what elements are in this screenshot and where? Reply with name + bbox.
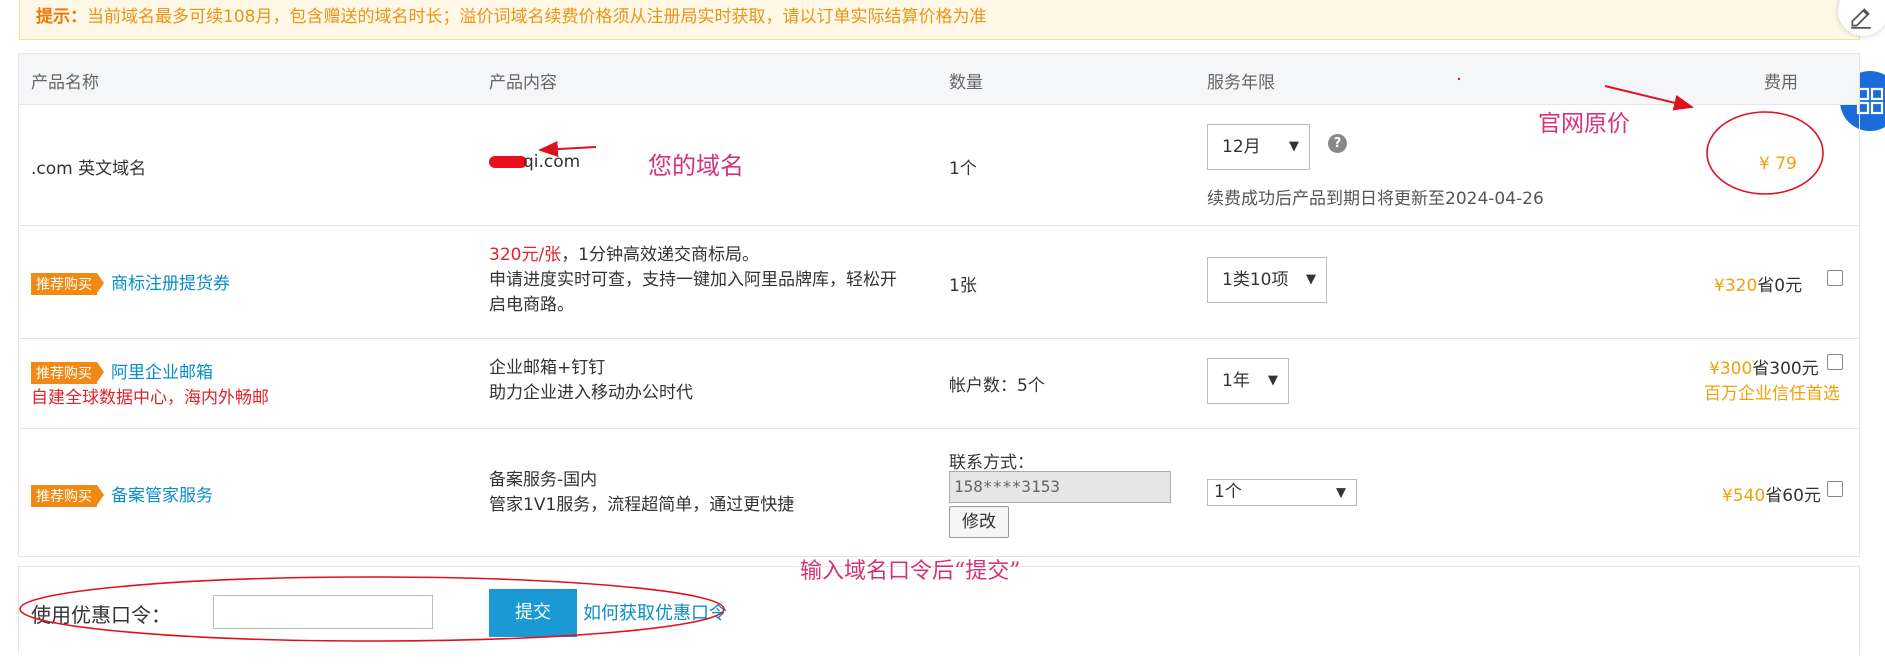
header-name: 产品名称 bbox=[31, 73, 99, 93]
recommend-badge: 推荐购买 bbox=[31, 362, 104, 384]
price-cell: ¥320省0元 bbox=[1714, 271, 1802, 296]
content-line-1: 备案服务-国内 bbox=[489, 470, 598, 490]
annotation-your-domain: 您的域名 bbox=[648, 152, 744, 180]
product-link[interactable]: 备案管家服务 bbox=[111, 486, 213, 506]
help-icon[interactable]: ? bbox=[1328, 134, 1347, 153]
contact-input[interactable]: 158****3153 bbox=[949, 471, 1171, 503]
savings: 省0元 bbox=[1757, 276, 1803, 296]
annotation-official-price: 官网原价 bbox=[1538, 111, 1630, 137]
price: ¥540 bbox=[1722, 486, 1766, 506]
term-value: 1年 bbox=[1222, 371, 1250, 391]
table-row-trademark: 推荐购买 商标注册提货券 320元/张，1分钟高效递交商标局。 申请进度实时可查，… bbox=[19, 225, 1859, 339]
pencil-icon bbox=[1851, 8, 1871, 29]
header-content: 产品内容 bbox=[489, 73, 557, 93]
contact-label: 联系方式： bbox=[949, 453, 1034, 473]
term-value: 12月 bbox=[1222, 137, 1261, 157]
price-cell: ¥300省300元 bbox=[1709, 354, 1819, 379]
content-line-3: 启电商路。 bbox=[489, 295, 574, 315]
coupon-input[interactable] bbox=[213, 595, 433, 629]
renew-note: 续费成功后产品到期日将更新至2024-04-26 bbox=[1207, 189, 1544, 209]
price: ¥300 bbox=[1709, 359, 1753, 379]
product-cell: 推荐购买 阿里企业邮箱 bbox=[31, 358, 213, 384]
term-select[interactable]: 1个 ▼ bbox=[1207, 479, 1357, 506]
select-checkbox[interactable] bbox=[1827, 354, 1843, 370]
product-cell: 推荐购买 商标注册提货券 bbox=[31, 269, 230, 295]
modify-button[interactable]: 修改 bbox=[949, 506, 1009, 538]
notice-label: 提示： bbox=[36, 7, 87, 27]
coupon-label: 使用优惠口令： bbox=[31, 603, 171, 627]
content-rest: ，1分钟高效递交商标局。 bbox=[561, 245, 760, 265]
term-value: 1个 bbox=[1214, 482, 1242, 502]
savings: 省300元 bbox=[1752, 359, 1819, 379]
table-row-email: 推荐购买 阿里企业邮箱 自建全球数据中心，海内外畅邮 企业邮箱+钉钉 助力企业进入… bbox=[19, 338, 1859, 429]
qty: 1个 bbox=[949, 159, 977, 179]
notice-bar: 提示：当前域名最多可续108月，包含赠送的域名时长；溢价词域名续费价格须从注册局… bbox=[19, 0, 1860, 40]
product-name: .com 英文域名 bbox=[31, 159, 147, 179]
content-line-2: 申请进度实时可查，支持一键加入阿里品牌库，轻松开 bbox=[489, 270, 897, 290]
content-line-2: 管家1V1服务，流程超简单，通过更快捷 bbox=[489, 495, 795, 515]
table-row-filing: 推荐购买 备案管家服务 备案服务-国内 管家1V1服务，流程超简单，通过更快捷 联… bbox=[19, 428, 1859, 556]
grid-icon bbox=[1856, 87, 1884, 115]
header-term: 服务年限 bbox=[1207, 73, 1275, 93]
product-link[interactable]: 商标注册提货券 bbox=[111, 274, 230, 294]
term-select[interactable]: 12月 ▼ bbox=[1207, 124, 1310, 170]
term-value: 1类10项 bbox=[1222, 270, 1289, 290]
notice-text: 当前域名最多可续108月，包含赠送的域名时长；溢价词域名续费价格须从注册局实时获… bbox=[87, 7, 987, 27]
price: ¥320 bbox=[1714, 276, 1758, 296]
product-content: 320元/张，1分钟高效递交商标局。 申请进度实时可查，支持一键加入阿里品牌库，… bbox=[489, 243, 897, 318]
header-fee: 费用 bbox=[1764, 73, 1798, 93]
caret-down-icon: ▼ bbox=[1289, 139, 1299, 154]
caret-down-icon: ▼ bbox=[1268, 373, 1278, 388]
recommend-badge: 推荐购买 bbox=[31, 485, 104, 507]
term-select[interactable]: 1类10项 ▼ bbox=[1207, 257, 1327, 303]
content-line-1: 企业邮箱+钉钉 bbox=[489, 358, 606, 378]
price-highlight: 320元/张 bbox=[489, 245, 562, 265]
product-content: 企业邮箱+钉钉 助力企业进入移动办公时代 bbox=[489, 356, 693, 406]
redacted-mark bbox=[489, 156, 527, 168]
price: ¥ 79 bbox=[1759, 154, 1797, 174]
select-checkbox[interactable] bbox=[1827, 270, 1843, 286]
product-link[interactable]: 阿里企业邮箱 bbox=[111, 363, 213, 383]
select-checkbox[interactable] bbox=[1827, 481, 1843, 497]
domain-text: qi.com bbox=[523, 152, 581, 172]
price-cell: ¥540省60元 bbox=[1722, 481, 1821, 506]
content-line-1: 320元/张，1分钟高效递交商标局。 bbox=[489, 243, 897, 268]
qty: 1张 bbox=[949, 276, 977, 296]
promo-text: 百万企业信任首选 bbox=[1704, 384, 1840, 404]
product-cell: 推荐购买 备案管家服务 bbox=[31, 481, 213, 507]
product-slogan: 自建全球数据中心，海内外畅邮 bbox=[31, 388, 269, 408]
table-header: 产品名称 产品内容 数量 服务年限 费用 bbox=[19, 54, 1859, 105]
term-select[interactable]: 1年 ▼ bbox=[1207, 358, 1289, 404]
content-line-2: 助力企业进入移动办公时代 bbox=[489, 383, 693, 403]
savings: 省60元 bbox=[1765, 486, 1821, 506]
caret-down-icon: ▼ bbox=[1306, 272, 1316, 287]
submit-button[interactable]: 提交 bbox=[489, 589, 577, 637]
header-qty: 数量 bbox=[949, 73, 983, 93]
product-content: 备案服务-国内 管家1V1服务，流程超简单，通过更快捷 bbox=[489, 468, 794, 518]
domain-name: qi.com bbox=[489, 152, 580, 172]
recommend-badge: 推荐购买 bbox=[31, 273, 104, 295]
coupon-help-link[interactable]: 如何获取优惠口令 bbox=[583, 599, 727, 625]
caret-down-icon: ▼ bbox=[1336, 485, 1346, 500]
annotation-submit-hint: 输入域名口令后“提交” bbox=[800, 559, 1021, 584]
qty: 帐户数：5个 bbox=[949, 376, 1045, 396]
